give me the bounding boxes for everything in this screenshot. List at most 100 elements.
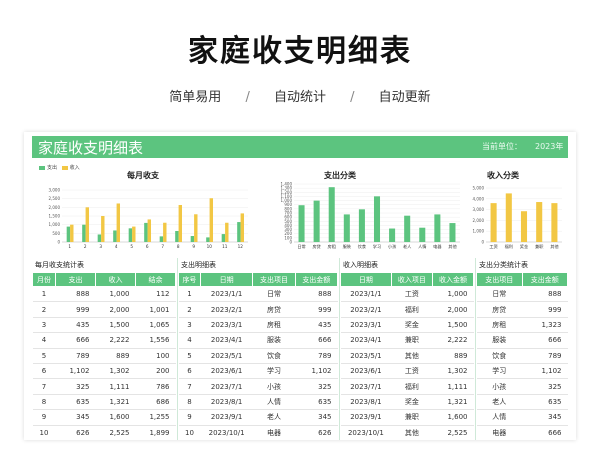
table-cell[interactable]: 1,000 (95, 286, 136, 303)
unit-value[interactable]: 2023年 (535, 141, 563, 152)
table-cell[interactable]: 2023/5/1 (200, 348, 253, 364)
table-cell[interactable]: 人情 (476, 409, 522, 426)
table-cell[interactable]: 112 (135, 286, 176, 303)
income-header-cell[interactable]: 收入金额 (431, 272, 475, 287)
table-cell[interactable]: 345 (55, 409, 96, 426)
table-cell[interactable]: 789 (295, 348, 338, 364)
table-cell[interactable]: 奖金 (391, 317, 433, 334)
table-cell[interactable]: 房租 (476, 317, 522, 334)
monthly-header-cell[interactable]: 结余 (134, 272, 177, 287)
table-cell[interactable]: 1,065 (135, 317, 176, 334)
table-cell[interactable]: 635 (522, 394, 568, 411)
table-cell[interactable]: 2023/7/1 (200, 378, 253, 395)
table-cell[interactable]: 635 (55, 394, 96, 411)
table-cell[interactable]: 888 (55, 286, 96, 303)
table-cell[interactable]: 325 (522, 378, 568, 395)
table-cell[interactable]: 人情 (252, 394, 296, 411)
table-cell[interactable]: 房租 (252, 317, 296, 334)
table-cell[interactable]: 999 (522, 301, 568, 318)
table-cell[interactable]: 9 (178, 409, 201, 426)
table-cell[interactable]: 工资 (391, 363, 433, 380)
table-cell[interactable]: 2023/4/1 (340, 332, 392, 349)
table-cell[interactable]: 房贷 (476, 301, 522, 318)
expense-header-cell[interactable]: 支出项目 (252, 272, 296, 287)
table-cell[interactable]: 635 (295, 394, 338, 411)
monthly-header-cell[interactable]: 收入 (95, 272, 136, 287)
income-header-cell[interactable]: 收入项目 (390, 272, 433, 287)
table-cell[interactable]: 2,222 (432, 332, 474, 349)
table-cell[interactable]: 7 (32, 378, 56, 395)
table-cell[interactable]: 789 (522, 348, 568, 364)
table-cell[interactable]: 房贷 (252, 301, 296, 318)
table-cell[interactable]: 1,000 (432, 286, 474, 303)
table-cell[interactable]: 1,323 (522, 317, 568, 334)
table-cell[interactable]: 饮食 (476, 348, 522, 364)
table-cell[interactable]: 1,600 (95, 409, 136, 426)
table-cell[interactable]: 666 (522, 425, 568, 440)
table-cell[interactable]: 888 (295, 286, 338, 303)
table-cell[interactable]: 1,001 (135, 301, 176, 318)
table-cell[interactable]: 626 (295, 425, 338, 440)
table-cell[interactable]: 2023/3/1 (340, 317, 392, 334)
table-cell[interactable]: 1,255 (135, 409, 176, 426)
table-cell[interactable]: 1,899 (135, 425, 176, 440)
table-cell[interactable]: 2 (178, 301, 201, 318)
table-cell[interactable]: 2023/2/1 (200, 301, 253, 318)
table-cell[interactable]: 电器 (252, 425, 296, 440)
table-cell[interactable]: 325 (55, 378, 96, 395)
table-cell[interactable]: 小孩 (476, 378, 522, 395)
table-cell[interactable]: 1,500 (432, 317, 474, 334)
table-cell[interactable]: 435 (295, 317, 338, 334)
table-cell[interactable]: 10 (32, 425, 56, 440)
table-cell[interactable]: 2023/1/1 (340, 286, 392, 303)
table-cell[interactable]: 老人 (476, 394, 522, 411)
table-cell[interactable]: 1,500 (95, 317, 136, 334)
table-cell[interactable]: 2023/8/1 (200, 394, 253, 411)
table-cell[interactable]: 1,321 (95, 394, 136, 411)
table-cell[interactable]: 2023/10/1 (340, 425, 392, 440)
table-cell[interactable]: 2023/5/1 (340, 348, 392, 364)
expense-header-cell[interactable]: 日期 (199, 272, 254, 287)
table-cell[interactable]: 2023/6/1 (340, 363, 392, 380)
category-header-cell[interactable]: 支出金额 (521, 272, 568, 287)
table-cell[interactable]: 小孩 (252, 378, 296, 395)
table-cell[interactable]: 10 (178, 425, 201, 440)
table-cell[interactable]: 服装 (252, 332, 296, 349)
monthly-header-cell[interactable]: 月份 (31, 272, 57, 287)
table-cell[interactable]: 工资 (391, 286, 433, 303)
table-cell[interactable]: 日常 (476, 286, 522, 303)
table-cell[interactable]: 3 (178, 317, 201, 334)
table-cell[interactable]: 6 (32, 363, 56, 380)
table-cell[interactable]: 200 (135, 363, 176, 380)
table-cell[interactable]: 2023/2/1 (340, 301, 392, 318)
table-cell[interactable]: 其他 (391, 348, 433, 364)
table-cell[interactable]: 8 (178, 394, 201, 411)
table-cell[interactable]: 2,525 (95, 425, 136, 440)
table-cell[interactable]: 2023/6/1 (200, 363, 253, 380)
table-cell[interactable]: 1,111 (95, 378, 136, 395)
table-cell[interactable]: 2023/8/1 (340, 394, 392, 411)
table-cell[interactable]: 福利 (391, 301, 433, 318)
table-cell[interactable]: 999 (55, 301, 96, 318)
table-cell[interactable]: 电器 (476, 425, 522, 440)
table-cell[interactable]: 789 (55, 348, 96, 364)
table-cell[interactable]: 2023/7/1 (340, 378, 392, 395)
table-cell[interactable]: 6 (178, 363, 201, 380)
table-cell[interactable]: 2023/1/1 (200, 286, 253, 303)
table-cell[interactable]: 饮食 (252, 348, 296, 364)
table-cell[interactable]: 1,600 (432, 409, 474, 426)
table-cell[interactable]: 786 (135, 378, 176, 395)
table-cell[interactable]: 1 (178, 286, 201, 303)
table-cell[interactable]: 学习 (252, 363, 296, 380)
table-cell[interactable]: 其他 (391, 425, 433, 440)
table-cell[interactable]: 3 (32, 317, 56, 334)
table-cell[interactable]: 888 (522, 286, 568, 303)
table-cell[interactable]: 学习 (476, 363, 522, 380)
table-cell[interactable]: 1,302 (432, 363, 474, 380)
table-cell[interactable]: 666 (55, 332, 96, 349)
table-cell[interactable]: 8 (32, 394, 56, 411)
table-cell[interactable]: 2023/3/1 (200, 317, 253, 334)
table-cell[interactable]: 1,321 (432, 394, 474, 411)
table-cell[interactable]: 9 (32, 409, 56, 426)
table-cell[interactable]: 626 (55, 425, 96, 440)
